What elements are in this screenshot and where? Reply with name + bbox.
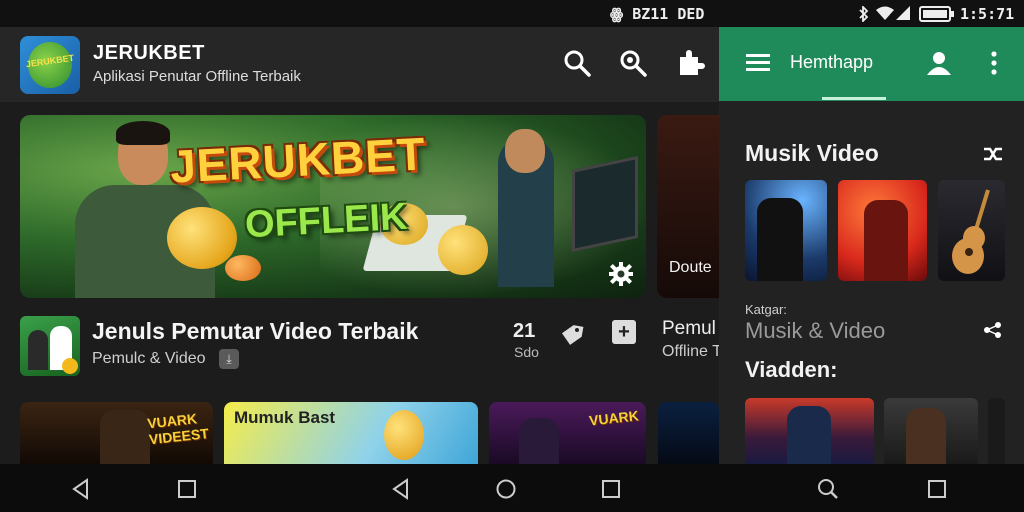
info-right-subtitle: Offline T xyxy=(662,343,722,360)
music-video-thumbnail[interactable] xyxy=(838,180,927,281)
hero-orange-small xyxy=(225,255,261,281)
thumbnail-figure xyxy=(100,410,150,464)
hero-banner[interactable]: JERUKBET OFFLEIK xyxy=(20,115,646,298)
download-badge-icon: ⤓ xyxy=(219,349,239,369)
tab-indicator xyxy=(822,97,886,100)
side-card-label: Doute xyxy=(669,259,712,276)
category-label: Katgar: xyxy=(745,302,787,317)
thumbnail-figure xyxy=(787,406,831,464)
info-count-sub: Sdo xyxy=(514,344,539,360)
section-title-videos: Viadden: xyxy=(745,357,838,382)
recents-icon[interactable] xyxy=(926,478,948,500)
info-subtitle: Pemulc & Video xyxy=(92,350,206,367)
bluetooth-icon xyxy=(859,6,869,22)
music-video-thumbnail[interactable] xyxy=(745,180,827,281)
video-thumbnail[interactable]: VUARK VIDEEST xyxy=(20,402,213,464)
app-subtitle: Aplikasi Penutar Offline Terbaik xyxy=(93,68,301,85)
info-thumbnail[interactable] xyxy=(20,316,80,376)
shuffle-icon[interactable] xyxy=(982,145,1004,163)
status-bar-left-text: ꙮ BZ11 DED xyxy=(610,5,705,23)
thumbnail-text: VUARK VIDEEST xyxy=(146,410,210,448)
info-title[interactable]: Jenuls Pemutar Video Terbaik xyxy=(92,318,418,345)
tag-icon[interactable] xyxy=(559,321,585,347)
side-card[interactable]: Doute xyxy=(657,115,719,298)
add-icon[interactable]: + xyxy=(612,320,636,344)
hero-person-hair xyxy=(116,121,170,145)
status-bar-right: 1:5:71 xyxy=(719,0,1024,27)
drawer-title[interactable]: Hemthapp xyxy=(790,52,873,73)
signal-icon xyxy=(896,6,910,20)
menu-icon[interactable] xyxy=(745,52,771,74)
video-thumbnail[interactable]: Mumuk Bast xyxy=(224,402,478,464)
thumbnail-badge xyxy=(62,358,78,374)
status-bar-left: ꙮ BZ11 DED xyxy=(0,0,719,27)
recents-icon[interactable] xyxy=(176,478,198,500)
hero-person2-head xyxy=(505,129,545,173)
search-settings-icon[interactable] xyxy=(618,48,648,78)
thumbnail-figure xyxy=(28,330,48,370)
music-video-thumbnail[interactable] xyxy=(938,180,1005,281)
thumbnail-text: VUARK xyxy=(588,407,640,429)
video-thumbnail[interactable]: VUARK xyxy=(489,402,646,464)
hero-subtitle: OFFLEIK xyxy=(243,195,409,247)
hero-orange xyxy=(438,225,488,275)
thumbnail-figure xyxy=(757,198,803,281)
category-title[interactable]: Musik & Video xyxy=(745,318,885,344)
search-icon[interactable] xyxy=(562,48,592,78)
video-thumbnail[interactable] xyxy=(884,398,978,464)
thumbnail-figure xyxy=(864,200,908,281)
hero-orange xyxy=(167,207,237,269)
wifi-icon xyxy=(876,6,894,20)
info-count: 21 xyxy=(513,320,536,342)
gear-icon[interactable] xyxy=(608,261,634,287)
video-thumbnail[interactable] xyxy=(658,402,719,464)
thumbnail-orange xyxy=(384,410,424,460)
app-title: JERUKBET xyxy=(93,42,205,64)
puzzle-icon[interactable] xyxy=(675,48,705,78)
thumbnail-figure xyxy=(906,408,946,464)
video-thumbnail[interactable] xyxy=(745,398,874,464)
thumbnail-figure xyxy=(519,418,559,464)
user-icon[interactable] xyxy=(925,49,953,77)
search-icon[interactable] xyxy=(817,478,839,500)
app-logo[interactable]: JERUKBET xyxy=(20,36,80,94)
clock: 1:5:71 xyxy=(960,5,1015,23)
hero-screen xyxy=(572,155,638,253)
video-thumbnail[interactable] xyxy=(988,398,1005,464)
recents-icon[interactable] xyxy=(600,478,622,500)
battery-icon xyxy=(919,6,954,22)
back-icon[interactable] xyxy=(70,478,92,500)
thumbnail-text: Mumuk Bast xyxy=(234,408,336,427)
guitar-icon xyxy=(952,189,990,274)
home-icon[interactable] xyxy=(495,478,517,500)
share-nodes-icon[interactable] xyxy=(983,322,1003,338)
section-title-music-video: Musik Video xyxy=(745,140,879,166)
more-vert-icon[interactable] xyxy=(987,50,1001,76)
info-right-title: Pemul xyxy=(662,318,716,339)
back-icon[interactable] xyxy=(390,478,412,500)
